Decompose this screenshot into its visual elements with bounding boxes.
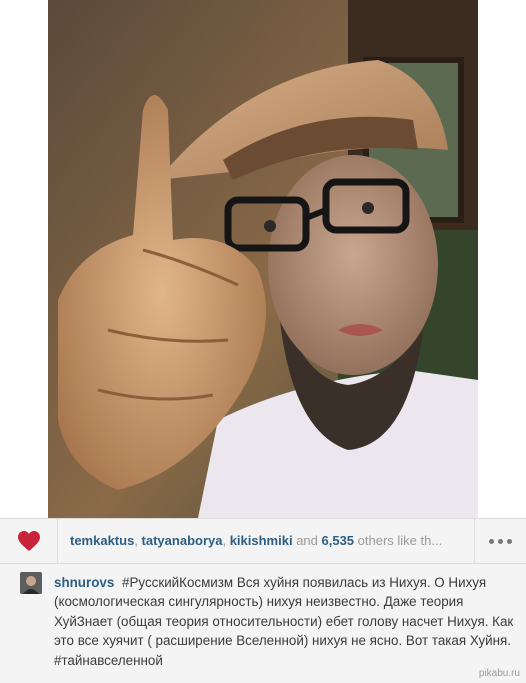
and-text: and [292, 533, 322, 548]
liker-link[interactable]: temkaktus [70, 533, 134, 548]
photo-illustration [48, 0, 478, 518]
caption-body: #РусскийКосмизм Вся хуйня появилась из Н… [54, 575, 514, 668]
more-options-button[interactable] [474, 519, 526, 563]
post-card: temkaktus, tatyanaborya, kikishmiki and … [0, 0, 526, 683]
likes-summary: temkaktus, tatyanaborya, kikishmiki and … [70, 533, 466, 548]
likes-suffix: others like th... [354, 533, 443, 548]
watermark: pikabu.ru [478, 668, 520, 679]
post-photo[interactable] [48, 0, 478, 518]
separator: , [222, 533, 230, 548]
likes-bar: temkaktus, tatyanaborya, kikishmiki and … [0, 518, 526, 564]
author-link[interactable]: shnurovs [54, 575, 114, 590]
more-dot-icon [498, 538, 503, 544]
photo-frame [0, 0, 526, 518]
more-dot-icon [507, 538, 512, 544]
avatar[interactable] [20, 572, 42, 594]
like-button[interactable] [0, 519, 58, 563]
liker-link[interactable]: kikishmiki [230, 533, 293, 548]
caption-section: shnurovs #РусскийКосмизм Вся хуйня появи… [0, 564, 526, 683]
heart-icon [17, 531, 40, 551]
caption-text: shnurovs #РусскийКосмизм Вся хуйня появи… [54, 573, 514, 670]
more-dot-icon [489, 538, 494, 544]
avatar-image [20, 572, 42, 594]
liker-link[interactable]: tatyanaborya [142, 533, 223, 548]
separator: , [134, 533, 142, 548]
likes-count[interactable]: 6,535 [322, 533, 355, 548]
